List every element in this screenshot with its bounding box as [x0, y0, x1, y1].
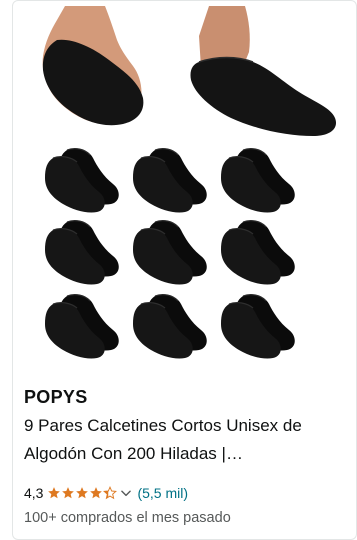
rating-stars[interactable]	[47, 486, 133, 500]
star-partial-icon	[103, 486, 118, 500]
sock-pairs-grid	[44, 147, 296, 360]
star-full-icon	[48, 487, 61, 499]
rating-value: 4,3	[24, 485, 44, 501]
star-full-icon	[90, 487, 103, 499]
bought-last-month: 100+ comprados el mes pasado	[24, 510, 231, 526]
product-image[interactable]	[13, 6, 353, 366]
chevron-down-icon[interactable]	[119, 486, 133, 500]
reviews-count-link[interactable]: (5,5 mil)	[137, 485, 188, 501]
socks-image	[42, 6, 337, 360]
title-line-2[interactable]: Algodón Con 200 Hiladas |…	[24, 440, 350, 468]
brand-name: POPYS	[24, 387, 88, 407]
star-full-icon	[76, 487, 89, 499]
rating-row: 4,3 (5,5 mil)	[24, 484, 188, 502]
title-line-1[interactable]: 9 Pares Calcetines Cortos Unisex de	[24, 412, 350, 440]
star-full-icon	[62, 487, 75, 499]
model-legs	[42, 6, 337, 136]
product-title[interactable]: 9 Pares Calcetines Cortos Unisex de Algo…	[24, 412, 350, 468]
